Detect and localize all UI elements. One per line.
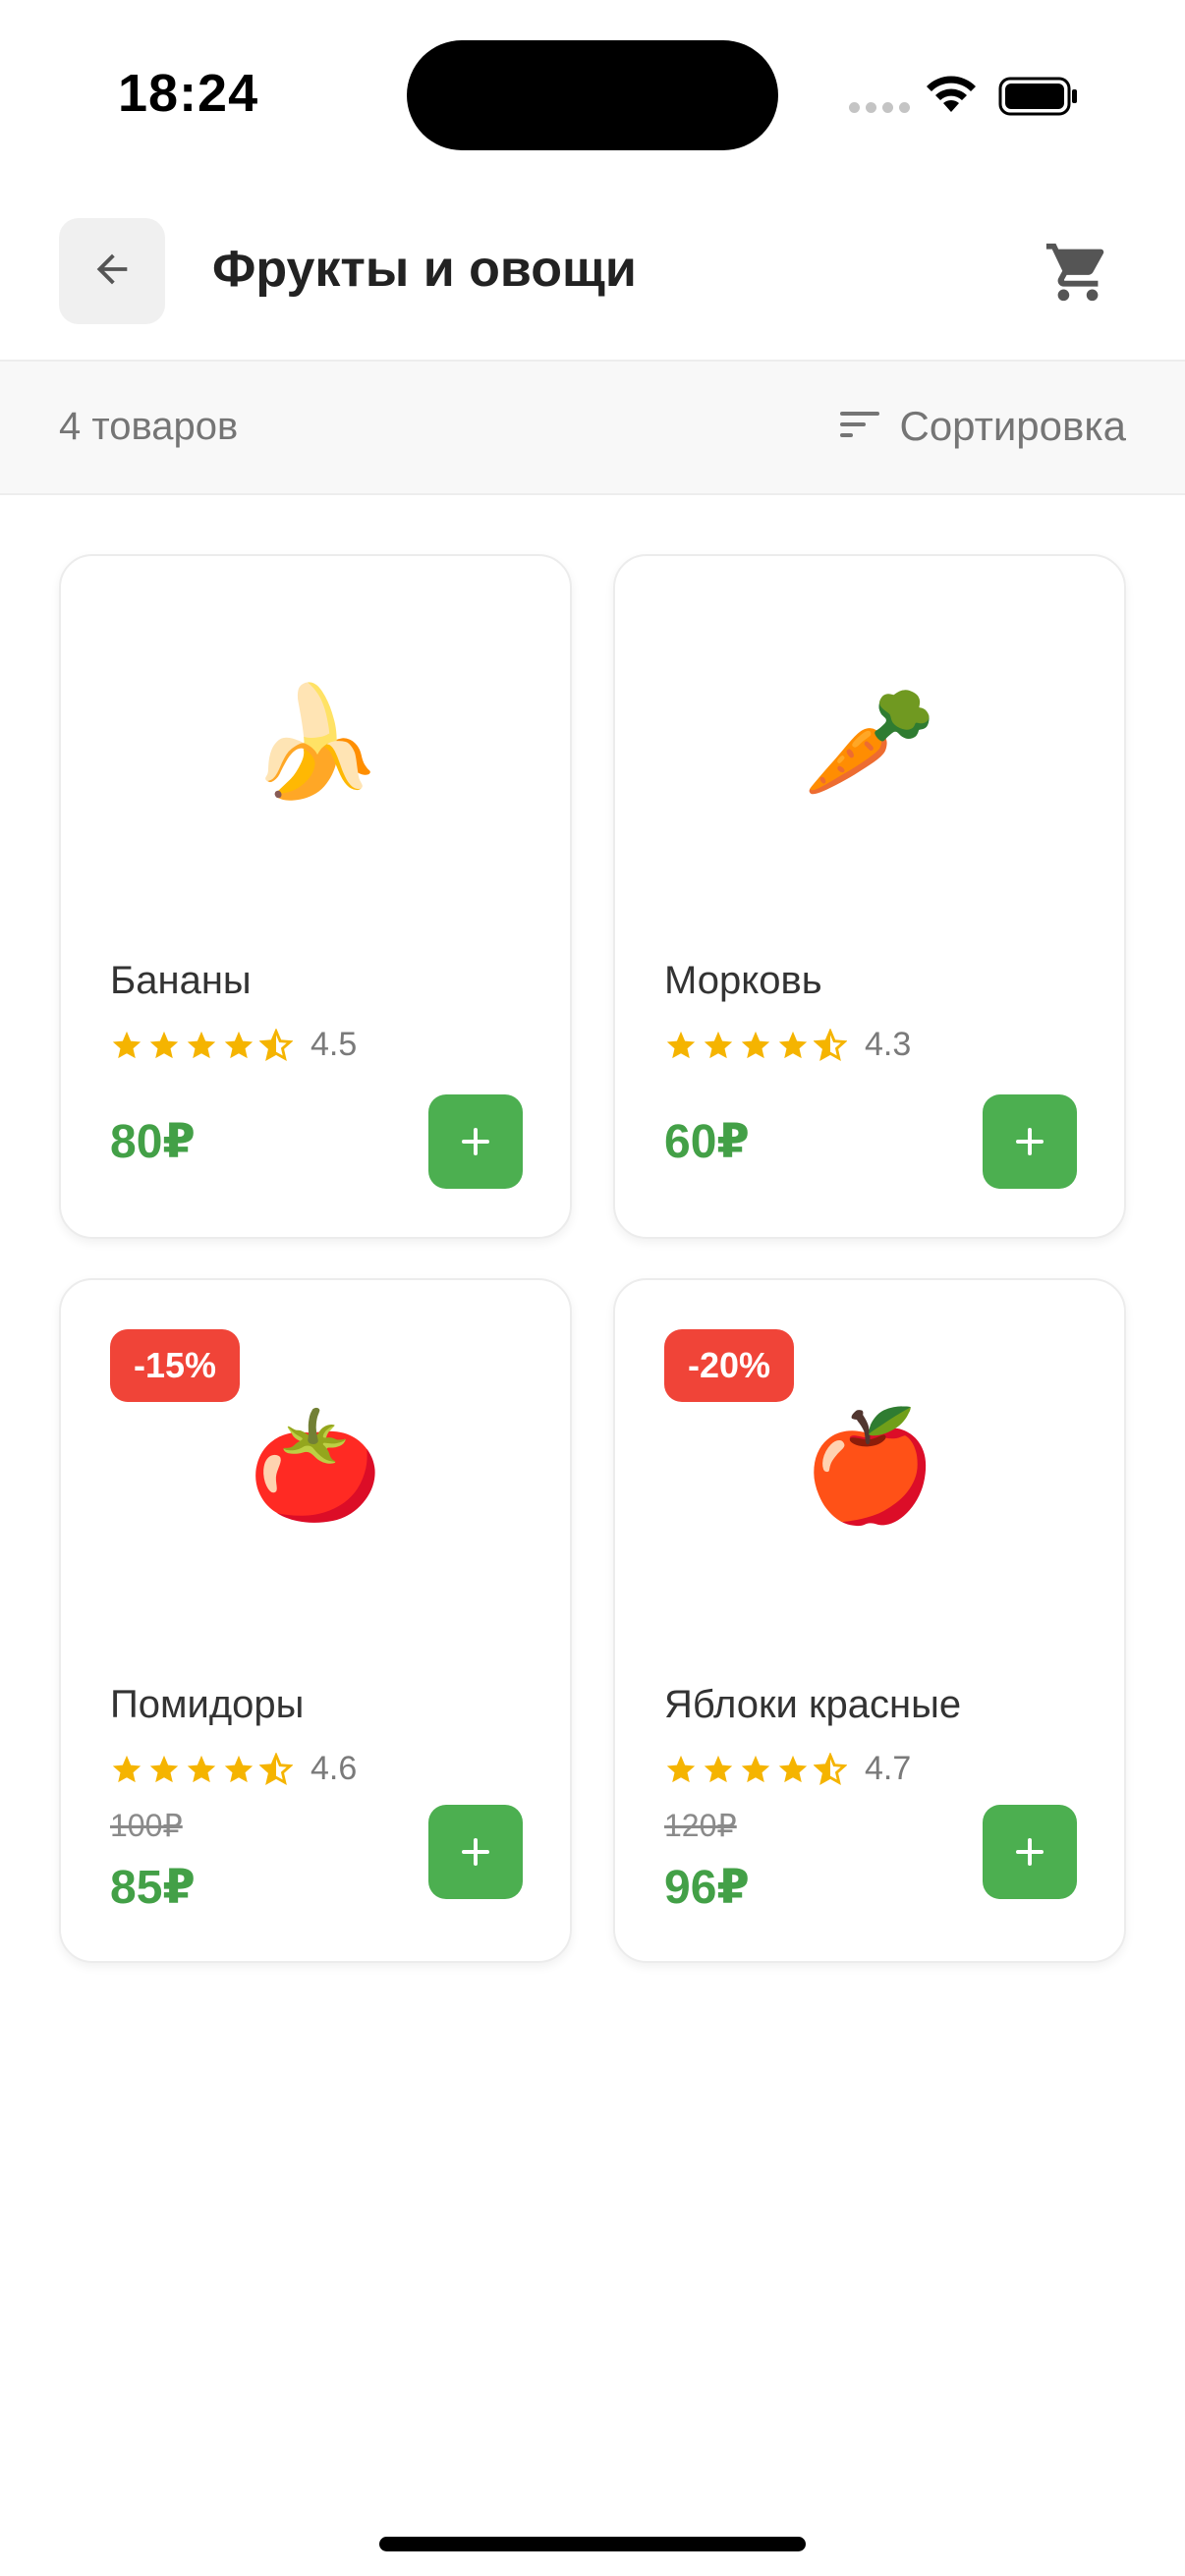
rating-value: 4.7 (865, 1750, 912, 1787)
plus-icon (462, 1128, 489, 1155)
product-card[interactable]: 🍌 Бананы 4.5 80₽ (59, 554, 572, 1239)
star-icon (112, 1031, 141, 1058)
star-icon (149, 1755, 179, 1782)
product-rating: 4.3 (664, 1026, 911, 1064)
star-icon (778, 1755, 808, 1782)
add-to-cart-button[interactable] (983, 1094, 1077, 1189)
star-icon (741, 1755, 770, 1782)
dynamic-island (407, 40, 778, 150)
star-icon (187, 1031, 216, 1058)
cellular-signal-icon (849, 102, 910, 113)
old-price: 120₽ (664, 1808, 737, 1843)
product-price: 80₽ (110, 1116, 196, 1168)
plus-icon (462, 1838, 489, 1866)
product-rating: 4.7 (664, 1750, 911, 1788)
product-image: 🍌 (61, 674, 570, 812)
sort-button[interactable]: Сортировка (840, 399, 1126, 454)
product-emoji: 🍎 (802, 1406, 937, 1527)
wifi-icon (924, 73, 979, 119)
product-image: 🥕 (615, 674, 1124, 812)
battery-icon (998, 76, 1079, 122)
star-half-icon (814, 1752, 847, 1785)
product-price: 60₽ (664, 1116, 750, 1168)
status-bar: 18:24 (0, 0, 1185, 187)
product-card[interactable]: -20% 🍎 Яблоки красные 4.7 120₽ 96₽ (613, 1278, 1126, 1963)
star-icon (778, 1031, 808, 1058)
back-button[interactable] (59, 218, 165, 324)
star-icon (149, 1031, 179, 1058)
page-title: Фрукты и овощи (212, 241, 637, 298)
list-toolbar: 4 товаров Сортировка (0, 362, 1185, 495)
discount-badge: -20% (664, 1329, 795, 1402)
star-icon (704, 1031, 733, 1058)
app-header: Фрукты и овощи (0, 187, 1185, 362)
star-half-icon (814, 1028, 847, 1061)
star-icon (112, 1755, 141, 1782)
sort-label: Сортировка (899, 403, 1126, 449)
rating-value: 4.3 (865, 1026, 912, 1063)
old-price: 100₽ (110, 1808, 183, 1843)
rating-value: 4.6 (310, 1750, 358, 1787)
product-emoji: 🍅 (248, 1406, 383, 1527)
add-to-cart-button[interactable] (428, 1805, 523, 1899)
product-emoji: 🍌 (248, 682, 383, 803)
product-name: Бананы (110, 959, 252, 1002)
product-image: 🍎 (615, 1398, 1124, 1536)
star-icon (704, 1755, 733, 1782)
add-to-cart-button[interactable] (428, 1094, 523, 1189)
discount-badge: -15% (110, 1329, 241, 1402)
star-half-icon (259, 1752, 293, 1785)
rating-value: 4.5 (310, 1026, 358, 1063)
product-rating: 4.5 (110, 1026, 357, 1064)
product-price: 85₽ (110, 1862, 196, 1914)
product-image: 🍅 (61, 1398, 570, 1536)
cart-button[interactable] (1040, 236, 1116, 312)
sort-icon (840, 410, 880, 444)
product-card[interactable]: -15% 🍅 Помидоры 4.6 100₽ 85₽ (59, 1278, 572, 1963)
home-indicator (379, 2537, 806, 2551)
product-price: 96₽ (664, 1862, 750, 1914)
star-icon (741, 1031, 770, 1058)
star-icon (224, 1755, 254, 1782)
status-time: 18:24 (118, 64, 259, 123)
star-icon (224, 1031, 254, 1058)
product-emoji: 🥕 (802, 682, 937, 803)
product-grid: 🍌 Бананы 4.5 80₽ 🥕 Морковь 4.3 60₽ -15% … (59, 554, 1126, 1963)
star-half-icon (259, 1028, 293, 1061)
cart-icon (1044, 238, 1112, 311)
star-icon (666, 1031, 696, 1058)
plus-icon (1016, 1838, 1044, 1866)
product-name: Морковь (664, 959, 822, 1002)
product-card[interactable]: 🥕 Морковь 4.3 60₽ (613, 554, 1126, 1239)
add-to-cart-button[interactable] (983, 1805, 1077, 1899)
plus-icon (1016, 1128, 1044, 1155)
product-name: Яблоки красные (664, 1683, 962, 1726)
product-rating: 4.6 (110, 1750, 357, 1788)
star-icon (187, 1755, 216, 1782)
star-icon (666, 1755, 696, 1782)
arrow-left-icon (89, 247, 135, 297)
product-count: 4 товаров (59, 405, 239, 448)
product-name: Помидоры (110, 1683, 305, 1726)
